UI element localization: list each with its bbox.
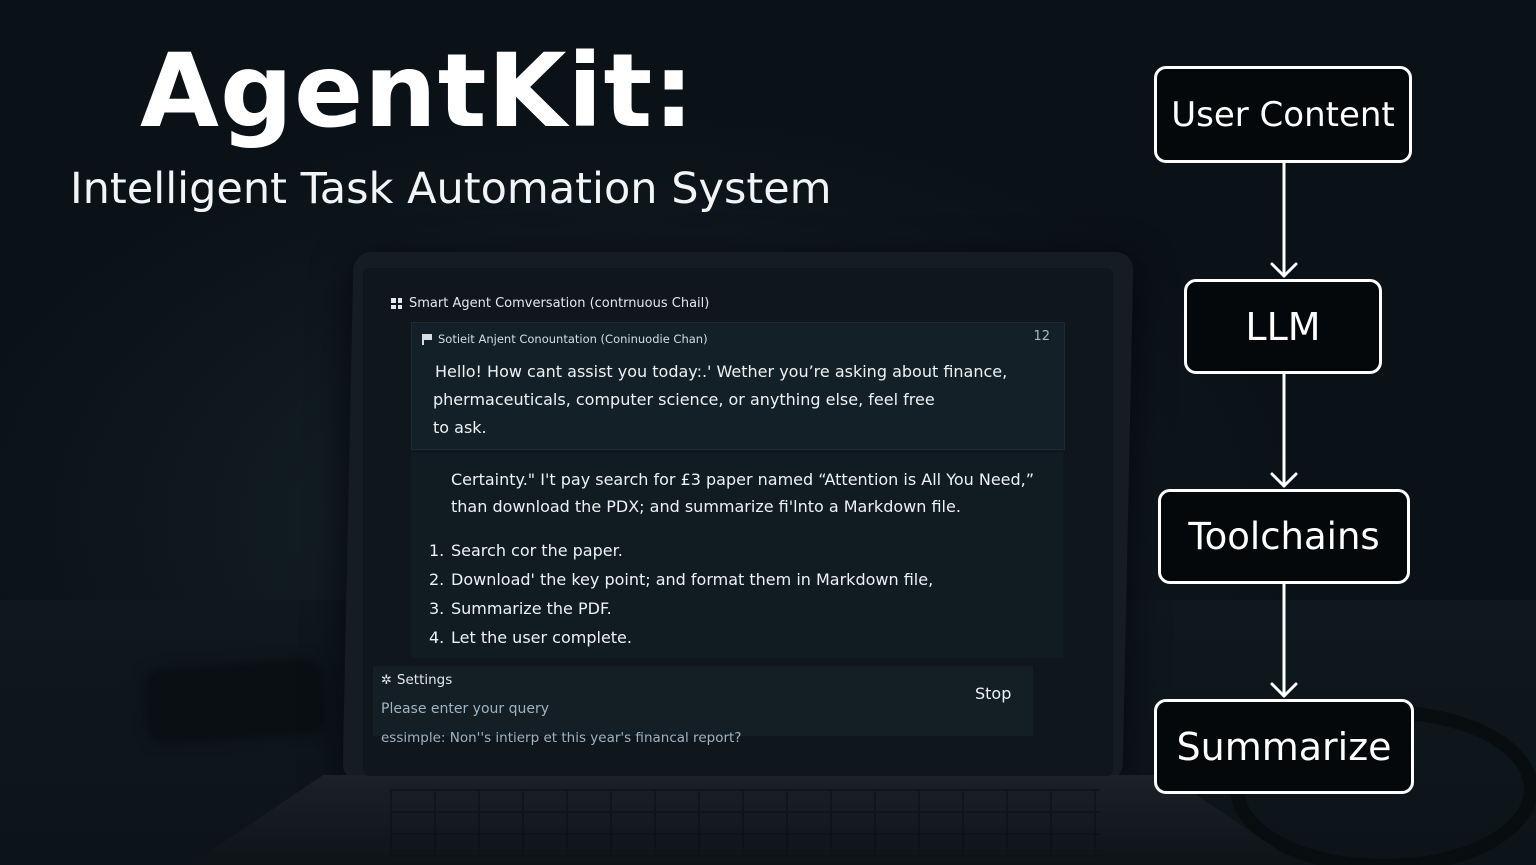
flow-node-llm: LLM <box>1184 279 1382 374</box>
assistant-greeting-message: Hello! How cant assist you today:.' Weth… <box>433 358 1008 442</box>
step-number: 1. <box>429 541 445 560</box>
list-item: 2. Download' the key point; and format th… <box>429 565 933 594</box>
flow-node-toolchains: Toolchains <box>1158 489 1410 584</box>
greeting-line: phermaceuticals, computer science, or an… <box>433 390 935 409</box>
task-steps-list: 1. Search cor the paper. 2. Download' the … <box>429 536 933 652</box>
laptop-screen: Smart Agent Comversation (contrnuous Cha… <box>363 268 1113 776</box>
window-title-text: Smart Agent Comversation (contrnuous Cha… <box>409 296 710 311</box>
step-number: 3. <box>429 599 445 618</box>
page-subtitle: Intelligent Task Automation System <box>70 164 832 214</box>
reply-line: Certainty." I't pay search for £3 paper … <box>451 470 1035 489</box>
flow-node-summarize: Summarize <box>1154 699 1414 794</box>
step-text: Let the user complete. <box>451 628 632 647</box>
window-title: Smart Agent Comversation (contrnuous Cha… <box>391 296 709 311</box>
list-item: 4. Let the user complete. <box>429 623 933 652</box>
grid-icon <box>391 298 402 309</box>
assistant-reply-message: Certainty." I't pay search for £3 paper … <box>451 466 1034 520</box>
step-text: Search cor the paper. <box>451 541 623 560</box>
chat-header-text: Sotieit Anjent Conountation (Coninuodie … <box>438 332 708 346</box>
chat-header: Sotieit Anjent Conountation (Coninuodie … <box>422 332 708 346</box>
greeting-line: Hello! How cant assist you today:.' Weth… <box>435 362 1008 381</box>
example-query-hint: essimple: Non''s intierp et this year's … <box>381 730 742 746</box>
gear-icon: ✲ <box>381 672 392 688</box>
greeting-line: to ask. <box>433 418 487 437</box>
laptop-keyboard <box>190 775 1300 865</box>
reply-line: than download the PDX; and summarize fi'… <box>451 497 961 516</box>
flow-node-user-content: User Content <box>1154 66 1412 163</box>
settings-button[interactable]: ✲ Settings <box>381 672 452 688</box>
step-number: 2. <box>429 570 445 589</box>
message-count-badge: 12 <box>1033 329 1050 344</box>
list-item: 1. Search cor the paper. <box>429 536 933 565</box>
flag-icon <box>422 333 432 345</box>
query-input[interactable] <box>381 698 941 720</box>
step-text: Summarize the PDF. <box>451 599 612 618</box>
step-text: Download' the key point; and format them… <box>451 570 934 589</box>
stop-button[interactable]: Stop <box>975 684 1011 703</box>
settings-label: Settings <box>396 672 453 688</box>
phone-on-desk <box>147 662 323 740</box>
keyboard-keys <box>389 789 1101 857</box>
step-number: 4. <box>429 628 445 647</box>
list-item: 3. Summarize the PDF. <box>429 594 933 623</box>
page-title: AgentKit: <box>140 32 696 151</box>
